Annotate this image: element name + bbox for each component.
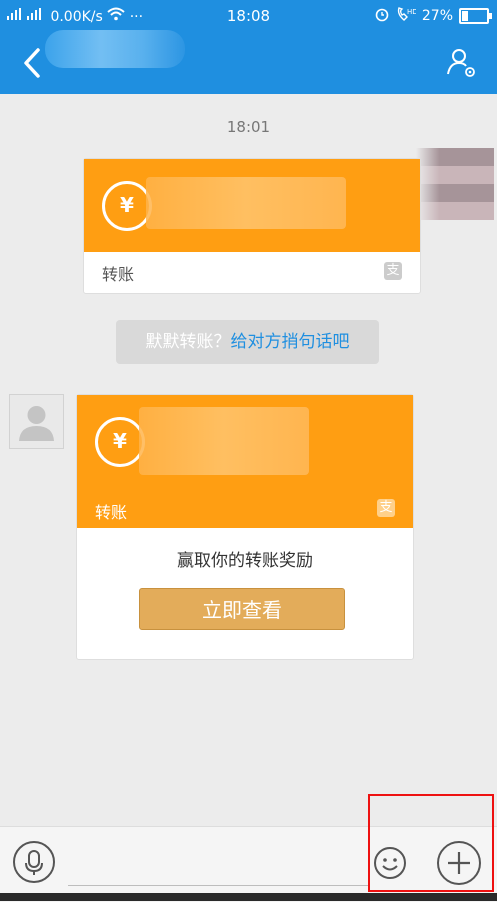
alipay-logo-icon: 支: [377, 499, 395, 517]
highlight-annotation-box: [368, 794, 494, 892]
system-hint: 默默转账？给对方捎句话吧: [116, 320, 379, 364]
received-transfer-header: ¥ 转账 支: [77, 395, 413, 528]
transfer-coin-icon: ¥: [102, 181, 152, 231]
system-hint-text: 默默转账？: [145, 332, 231, 352]
svg-text:HD: HD: [407, 8, 416, 16]
alipay-logo-icon: 支: [384, 262, 402, 280]
alarm-icon: [374, 6, 390, 26]
navigation-strip: [0, 893, 497, 901]
sent-transfer-card[interactable]: ¥ 转账 支: [83, 158, 421, 294]
sent-transfer-header: ¥: [84, 159, 420, 252]
message-input[interactable]: [68, 885, 368, 886]
my-avatar[interactable]: [416, 148, 494, 220]
battery-percent: 27%: [421, 8, 453, 24]
transfer-label: 转账: [95, 503, 128, 522]
default-avatar-icon: [19, 406, 54, 441]
sent-transfer-footer: 转账 支: [84, 252, 420, 290]
profile-settings-icon[interactable]: [445, 46, 479, 80]
status-bar: 0.00K/s ··· 18:08 HD 27%: [0, 0, 497, 32]
contact-avatar[interactable]: [9, 394, 64, 449]
hd-call-icon: HD: [396, 6, 418, 26]
battery-icon: [459, 8, 492, 24]
amount-redacted: [146, 177, 346, 229]
message-timestamp: 18:01: [226, 118, 271, 136]
send-message-link[interactable]: 给对方捎句话吧: [231, 332, 350, 352]
received-transfer-card[interactable]: ¥ 转账 支 赢取你的转账奖励 立即查看: [76, 394, 414, 660]
view-now-button[interactable]: 立即查看: [139, 588, 345, 630]
amount-redacted: [139, 407, 309, 475]
battery-fill: [462, 11, 468, 21]
contact-name-redacted: [45, 30, 185, 68]
reward-text: 赢取你的转账奖励: [177, 551, 313, 571]
reward-section: 赢取你的转账奖励 立即查看: [77, 528, 413, 658]
status-right: HD 27%: [374, 6, 492, 26]
transfer-label: 转账: [102, 265, 135, 284]
back-arrow-icon[interactable]: [18, 46, 48, 80]
microphone-icon[interactable]: [13, 841, 55, 883]
transfer-coin-icon: ¥: [95, 417, 145, 467]
